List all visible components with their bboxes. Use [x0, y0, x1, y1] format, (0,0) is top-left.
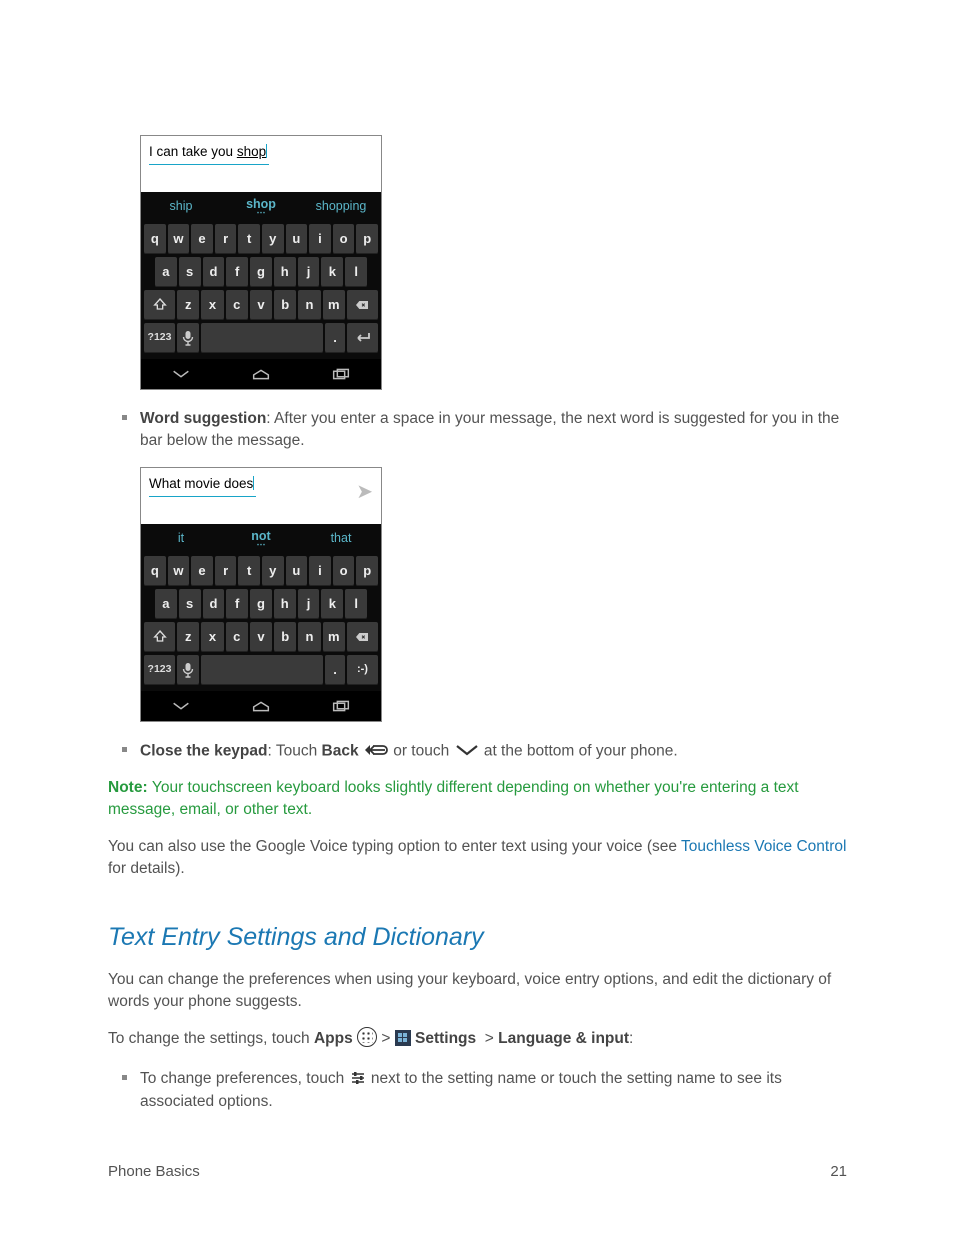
message-input-1: I can take you shop [141, 136, 381, 192]
phone-navbar-2 [141, 691, 381, 721]
keyboard-screenshot-2: What movie does ➤ it not that qwertyuiop… [140, 467, 847, 722]
nav-home-icon [250, 698, 272, 714]
suggestion-bar-1: ship shop shopping [141, 192, 381, 220]
backspace-key-icon [347, 290, 378, 320]
enter-key-icon [347, 323, 378, 353]
footer-left: Phone Basics [108, 1161, 200, 1183]
section-p1: You can change the preferences when usin… [108, 969, 847, 1014]
send-icon: ➤ [356, 478, 373, 507]
mic-key-icon [177, 323, 199, 353]
keyboard-screenshot-1: I can take you shop ship shop shopping q… [140, 135, 847, 390]
backspace-key-icon [347, 622, 378, 652]
nav-home-icon [250, 366, 272, 382]
apps-icon [357, 1027, 377, 1047]
voice-paragraph: You can also use the Google Voice typing… [108, 836, 847, 881]
keyboard-1: qwertyuiop asdfghjkl zxcvbnm ?123 . [141, 220, 381, 359]
nav-down-icon [170, 366, 192, 382]
section-p2: To change the settings, touch Apps > Set… [108, 1028, 847, 1050]
suggestion-bar-2: it not that [141, 524, 381, 552]
nav-recent-icon [330, 698, 352, 714]
footer-page-number: 21 [830, 1161, 847, 1183]
nav-recent-icon [330, 366, 352, 382]
back-icon [363, 739, 389, 761]
keyboard-2: qwertyuiop asdfghjkl zxcvbnm ?123 . :-) [141, 552, 381, 691]
shift-key-icon [144, 290, 175, 320]
preferences-bullet: To change preferences, touch next to the… [140, 1068, 847, 1113]
message-input-2: What movie does ➤ [141, 468, 381, 524]
nav-down-icon [170, 698, 192, 714]
settings-icon [395, 1030, 411, 1046]
mic-key-icon [177, 655, 199, 685]
phone-navbar-1 [141, 359, 381, 389]
shift-key-icon [144, 622, 175, 652]
touchless-voice-link[interactable]: Touchless Voice Control [681, 838, 846, 855]
sliders-icon [349, 1069, 367, 1087]
section-heading: Text Entry Settings and Dictionary [108, 919, 847, 955]
close-keypad-bullet: Close the keypad: Touch Back or touch at… [140, 740, 847, 763]
note-paragraph: Note: Your touchscreen keyboard looks sl… [108, 777, 847, 822]
chevron-down-icon [454, 739, 480, 761]
word-suggestion-bullet: Word suggestion: After you enter a space… [140, 408, 847, 453]
